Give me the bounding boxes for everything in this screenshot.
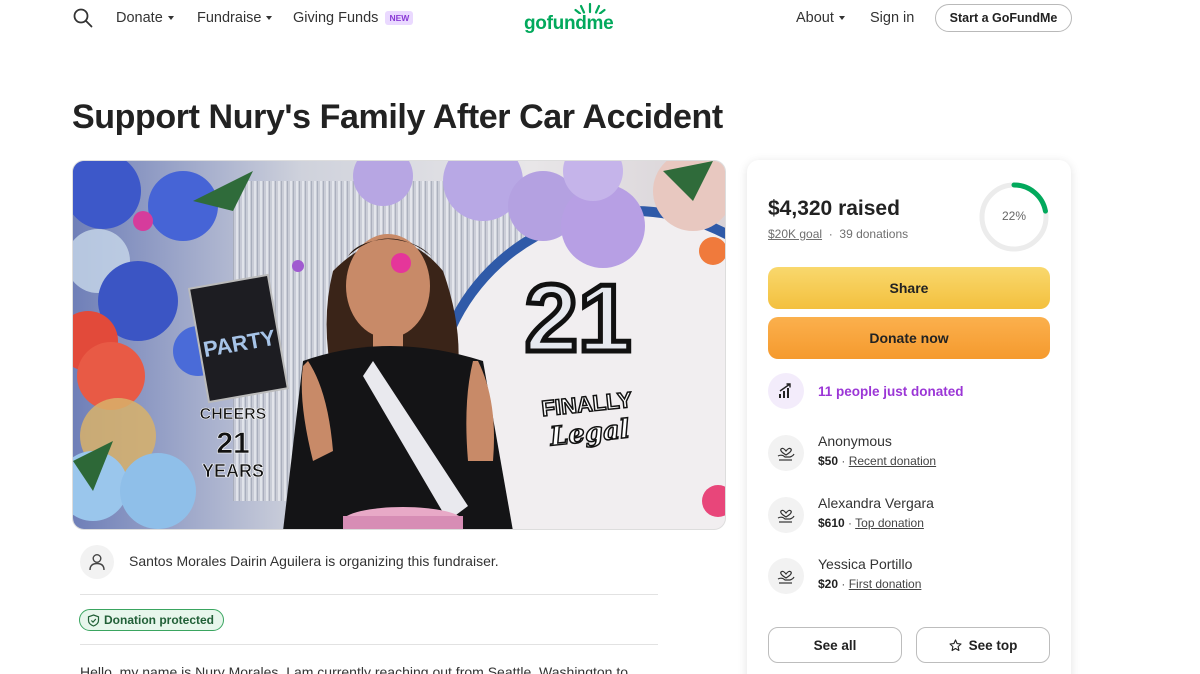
user-icon <box>89 554 105 571</box>
start-gofundme-button[interactable]: Start a GoFundMe <box>935 4 1072 32</box>
trending-icon <box>768 373 804 409</box>
see-all-button[interactable]: See all <box>768 627 902 663</box>
search-icon[interactable] <box>72 7 94 29</box>
recent-donations-text: 11 people just donated <box>818 384 964 399</box>
nav-giving-funds[interactable]: Giving Funds NEW <box>293 10 414 26</box>
donor-meta: $610 · Top donation <box>818 516 924 530</box>
nav-sign-in[interactable]: Sign in <box>870 10 914 26</box>
donor-amount: $610 <box>818 516 845 530</box>
nav-fundraise-label: Fundraise <box>197 10 262 26</box>
amount-raised: $4,320 raised <box>768 197 900 220</box>
donor-name: Yessica Portillo <box>818 556 913 572</box>
see-top-button[interactable]: See top <box>916 627 1050 663</box>
page-title: Support Nury's Family After Car Accident <box>72 98 723 136</box>
goal-link[interactable]: $20K goal <box>768 227 822 241</box>
chevron-down-icon <box>266 16 273 20</box>
goal-line: $20K goal · 39 donations <box>768 227 908 241</box>
chevron-down-icon <box>838 16 845 20</box>
nav-donate[interactable]: Donate <box>116 10 174 26</box>
donor-name: Anonymous <box>818 433 892 449</box>
donor-item: Alexandra Vergara $610 · Top donation <box>768 495 1048 535</box>
gofundme-logo[interactable]: gofundme <box>524 2 624 34</box>
donor-item: Anonymous $50 · Recent donation <box>768 433 1048 473</box>
donor-meta: $20 · First donation <box>818 577 922 591</box>
cheers-sign-years: YEARS <box>202 461 264 481</box>
donor-meta: $50 · Recent donation <box>818 454 937 468</box>
share-button[interactable]: Share <box>768 267 1050 309</box>
donor-tag[interactable]: First donation <box>849 577 922 591</box>
donor-hands-heart-icon <box>768 558 804 594</box>
logo-text: gofundme <box>524 13 614 34</box>
cheers-sign-number: 21 <box>216 427 249 460</box>
story-text: Hello, my name is Nury Morales. I am cur… <box>80 664 629 674</box>
donor-hands-heart-icon <box>768 435 804 471</box>
star-icon <box>949 638 962 651</box>
organizer-avatar <box>80 545 114 579</box>
nav-sign-in-label: Sign in <box>870 10 915 26</box>
party-photo-illustration: PARTY CHEERS 21 YEARS 21 FINALLY Legal <box>73 161 725 529</box>
nav-about[interactable]: About <box>796 10 845 26</box>
donor-amount: $20 <box>818 577 839 591</box>
shield-check-icon <box>87 613 100 627</box>
separator: · <box>825 227 840 241</box>
donation-card: $4,320 raised $20K goal · 39 donations 2… <box>747 160 1071 674</box>
donor-tag[interactable]: Recent donation <box>849 454 936 468</box>
donor-name: Alexandra Vergara <box>818 495 934 511</box>
cheers-sign-text: CHEERS <box>200 406 267 423</box>
progress-percent: 22% <box>1001 209 1027 223</box>
nav-giving-funds-label: Giving Funds <box>293 10 379 26</box>
donation-count: 39 donations <box>839 227 909 241</box>
nav-fundraise[interactable]: Fundraise <box>197 10 273 26</box>
donation-protected-label: Donation protected <box>104 613 214 627</box>
donor-hands-heart-icon <box>768 497 804 533</box>
see-top-label: See top <box>968 637 1018 653</box>
donor-item: Yessica Portillo $20 · First donation <box>768 556 1048 596</box>
donor-tag[interactable]: Top donation <box>855 516 924 530</box>
site-header: Donate Fundraise Giving Funds NEW gofund… <box>0 0 1200 40</box>
chevron-down-icon <box>167 16 174 20</box>
donate-now-button[interactable]: Donate now <box>768 317 1050 359</box>
donation-protected-badge[interactable]: Donation protected <box>79 609 224 631</box>
new-badge: NEW <box>385 11 414 25</box>
nav-about-label: About <box>796 10 834 26</box>
campaign-hero-image[interactable]: PARTY CHEERS 21 YEARS 21 FINALLY Legal <box>72 160 726 530</box>
organizer-text: Santos Morales Dairin Aguilera is organi… <box>129 553 499 569</box>
big-21-sign: 21 <box>525 265 632 372</box>
divider <box>80 594 658 595</box>
nav-donate-label: Donate <box>116 10 163 26</box>
donor-amount: $50 <box>818 454 839 468</box>
divider <box>80 644 658 645</box>
